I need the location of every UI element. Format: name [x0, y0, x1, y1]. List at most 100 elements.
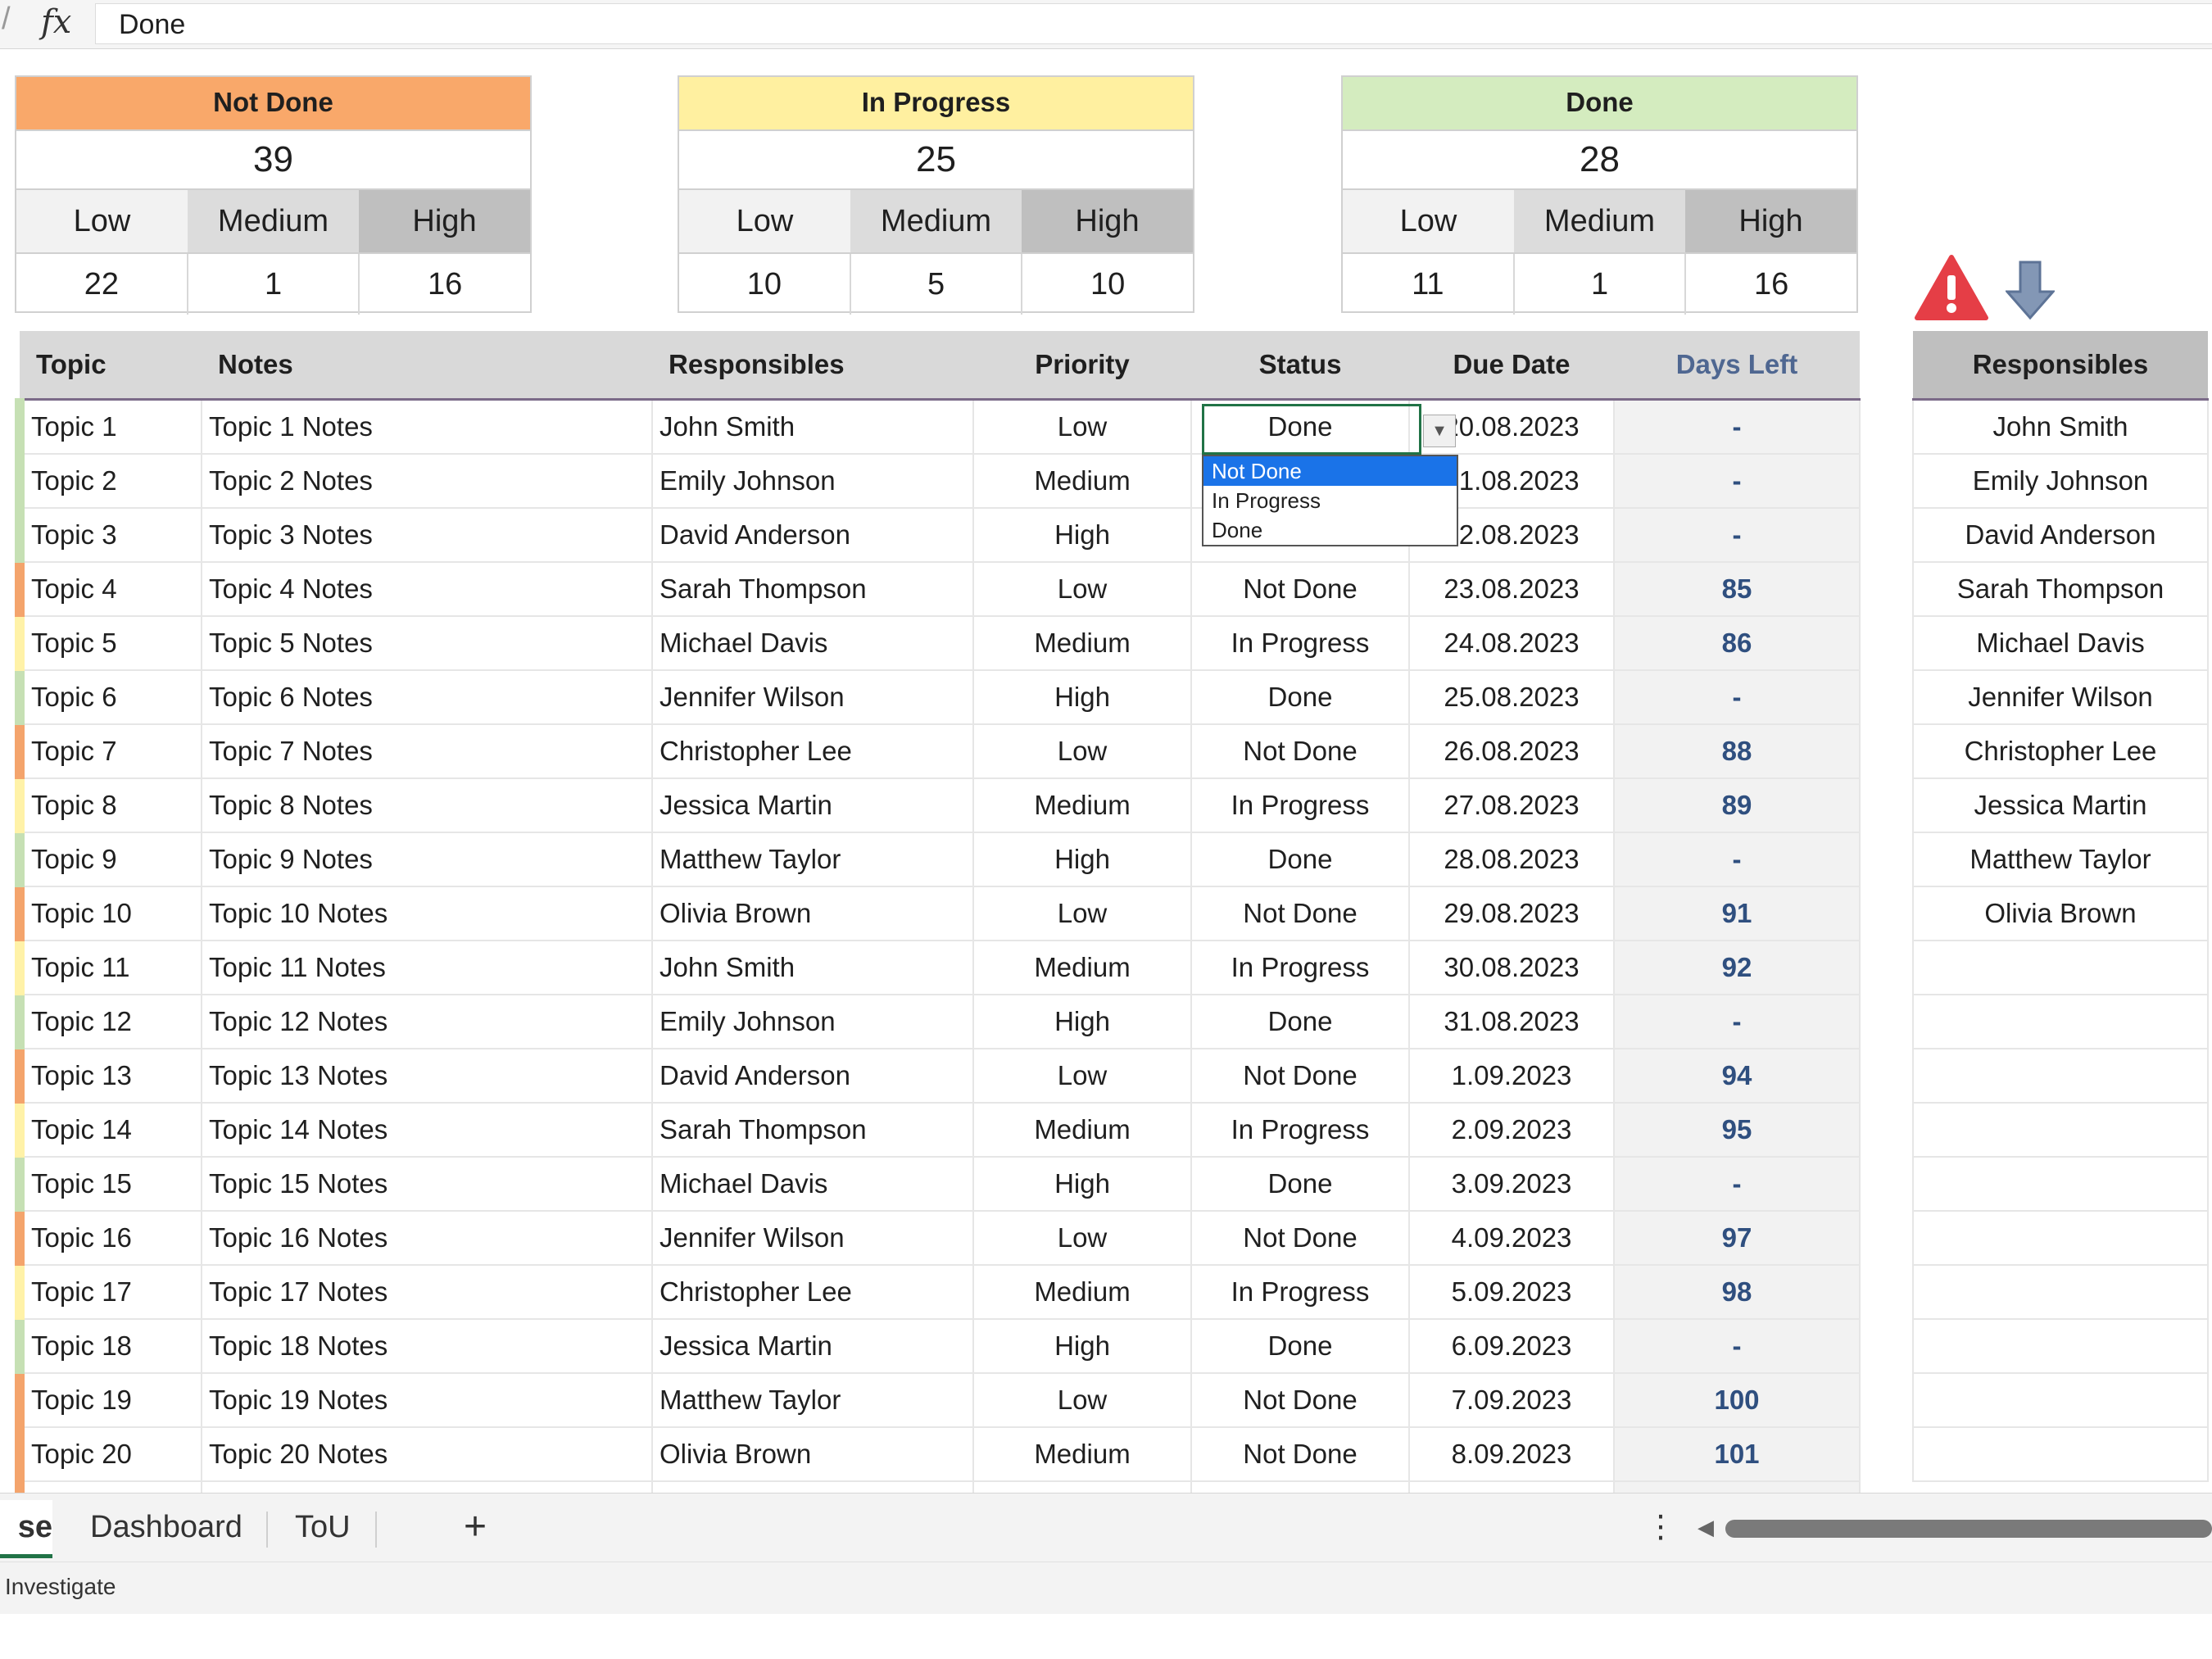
responsible-name[interactable] [1912, 1427, 2209, 1482]
row-priority[interactable]: Medium [973, 616, 1192, 671]
card-total[interactable]: 25 [679, 131, 1193, 190]
row-responsible[interactable]: John Smith [652, 941, 974, 995]
row-days-left[interactable]: 92 [1614, 941, 1861, 995]
dropdown-arrow-icon[interactable]: ▼ [1423, 415, 1456, 447]
responsible-name[interactable]: John Smith [1912, 399, 2209, 455]
row-notes[interactable]: Topic 10 Notes [202, 886, 653, 941]
responsible-name[interactable] [1912, 1211, 2209, 1266]
row-priority[interactable]: Low [973, 1373, 1192, 1428]
responsible-name[interactable]: Jennifer Wilson [1912, 670, 2209, 725]
row-due-date[interactable]: 6.09.2023 [1409, 1319, 1615, 1374]
row-topic[interactable]: Topic 16 [15, 1211, 202, 1266]
row-status[interactable]: In Progress [1191, 778, 1410, 833]
row-days-left[interactable]: 101 [1614, 1427, 1861, 1482]
row-responsible[interactable]: Jennifer Wilson [652, 1211, 974, 1266]
responsible-name[interactable]: David Anderson [1912, 508, 2209, 563]
count-low[interactable]: 11 [1343, 254, 1515, 315]
row-due-date[interactable]: 4.09.2023 [1409, 1211, 1615, 1266]
header-notes[interactable]: Notes [202, 331, 652, 401]
responsibles-header[interactable]: Responsibles [1913, 331, 2208, 401]
row-notes[interactable]: Topic 4 Notes [202, 562, 653, 617]
row-priority[interactable]: Medium [973, 1103, 1192, 1158]
row-topic[interactable]: Topic 15 [15, 1157, 202, 1212]
row-priority[interactable]: Medium [973, 454, 1192, 509]
row-responsible[interactable]: Sarah Thompson [652, 1103, 974, 1158]
row-priority[interactable]: High [973, 995, 1192, 1049]
row-responsible[interactable]: Michael Davis [652, 1157, 974, 1212]
responsible-name[interactable] [1912, 1049, 2209, 1104]
header-topic[interactable]: Topic [20, 331, 202, 401]
row-notes[interactable]: Topic 16 Notes [202, 1211, 653, 1266]
row-due-date[interactable]: 24.08.2023 [1409, 616, 1615, 671]
responsible-name[interactable] [1912, 1157, 2209, 1212]
down-arrow-icon[interactable] [2006, 261, 2055, 320]
dropdown-option-in-progress[interactable]: In Progress [1203, 486, 1457, 515]
row-days-left[interactable]: - [1614, 454, 1861, 509]
card-total[interactable]: 39 [16, 131, 530, 190]
row-topic[interactable]: Topic 11 [15, 941, 202, 995]
row-topic[interactable]: Topic 8 [15, 778, 202, 833]
scroll-left-icon[interactable]: ◀ [1698, 1515, 1714, 1540]
row-priority[interactable]: Low [973, 886, 1192, 941]
responsible-name[interactable] [1912, 995, 2209, 1049]
count-low[interactable]: 22 [16, 254, 188, 315]
row-topic[interactable]: Topic 18 [15, 1319, 202, 1374]
responsible-name[interactable]: Christopher Lee [1912, 724, 2209, 779]
dropdown-option-done[interactable]: Done [1203, 515, 1457, 545]
row-priority[interactable]: Medium [973, 941, 1192, 995]
sheet-tab-dashboard[interactable]: Dashboard [90, 1500, 243, 1554]
status-dropdown-list[interactable]: Not Done In Progress Done [1202, 455, 1458, 546]
row-days-left[interactable]: - [1614, 508, 1861, 563]
row-responsible[interactable]: David Anderson [652, 1049, 974, 1104]
row-priority[interactable]: Medium [973, 778, 1192, 833]
row-due-date[interactable]: 27.08.2023 [1409, 778, 1615, 833]
row-days-left[interactable]: - [1614, 1157, 1861, 1212]
fx-icon[interactable]: fx [41, 3, 71, 41]
row-topic[interactable]: Topic 6 [15, 670, 202, 725]
row-due-date[interactable]: 23.08.2023 [1409, 562, 1615, 617]
row-status[interactable]: Not Done [1191, 886, 1410, 941]
row-responsible[interactable]: Jennifer Wilson [652, 670, 974, 725]
row-notes[interactable]: Topic 8 Notes [202, 778, 653, 833]
row-days-left[interactable]: 85 [1614, 562, 1861, 617]
row-days-left[interactable]: 91 [1614, 886, 1861, 941]
responsible-name[interactable] [1912, 941, 2209, 995]
row-priority[interactable]: Medium [973, 1427, 1192, 1482]
row-responsible[interactable]: David Anderson [652, 508, 974, 563]
row-responsible[interactable]: Jessica Martin [652, 1319, 974, 1374]
row-days-left[interactable]: - [1614, 399, 1861, 455]
row-priority[interactable]: Low [973, 562, 1192, 617]
row-days-left[interactable]: 86 [1614, 616, 1861, 671]
horizontal-scrollbar[interactable] [1725, 1520, 2212, 1538]
row-responsible[interactable]: Christopher Lee [652, 724, 974, 779]
row-responsible[interactable]: Jessica Martin [652, 778, 974, 833]
header-responsibles[interactable]: Responsibles [652, 331, 973, 401]
row-status[interactable]: In Progress [1191, 1103, 1410, 1158]
row-responsible[interactable]: Sarah Thompson [652, 562, 974, 617]
row-status[interactable]: Not Done [1191, 1427, 1410, 1482]
row-responsible[interactable]: Matthew Taylor [652, 1373, 974, 1428]
count-high[interactable]: 16 [1686, 254, 1856, 315]
row-topic[interactable]: Topic 4 [15, 562, 202, 617]
row-status[interactable]: Not Done [1191, 1049, 1410, 1104]
formula-input[interactable]: Done [95, 3, 2212, 44]
row-priority[interactable]: High [973, 670, 1192, 725]
row-status[interactable]: In Progress [1191, 941, 1410, 995]
row-days-left[interactable]: 97 [1614, 1211, 1861, 1266]
responsible-name[interactable]: Michael Davis [1912, 616, 2209, 671]
row-topic[interactable]: Topic 13 [15, 1049, 202, 1104]
row-due-date[interactable]: 1.09.2023 [1409, 1049, 1615, 1104]
selected-status-cell[interactable] [1202, 404, 1421, 455]
row-status[interactable]: Not Done [1191, 724, 1410, 779]
row-topic[interactable]: Topic 9 [15, 832, 202, 887]
row-due-date[interactable]: 5.09.2023 [1409, 1265, 1615, 1320]
row-topic[interactable]: Topic 7 [15, 724, 202, 779]
row-priority[interactable]: Medium [973, 1265, 1192, 1320]
count-high[interactable]: 10 [1022, 254, 1193, 315]
row-priority[interactable]: High [973, 832, 1192, 887]
sheet-tab-tou[interactable]: ToU [295, 1500, 351, 1554]
row-notes[interactable]: Topic 13 Notes [202, 1049, 653, 1104]
responsible-name[interactable]: Jessica Martin [1912, 778, 2209, 833]
header-priority[interactable]: Priority [973, 331, 1191, 401]
row-due-date[interactable]: 30.08.2023 [1409, 941, 1615, 995]
